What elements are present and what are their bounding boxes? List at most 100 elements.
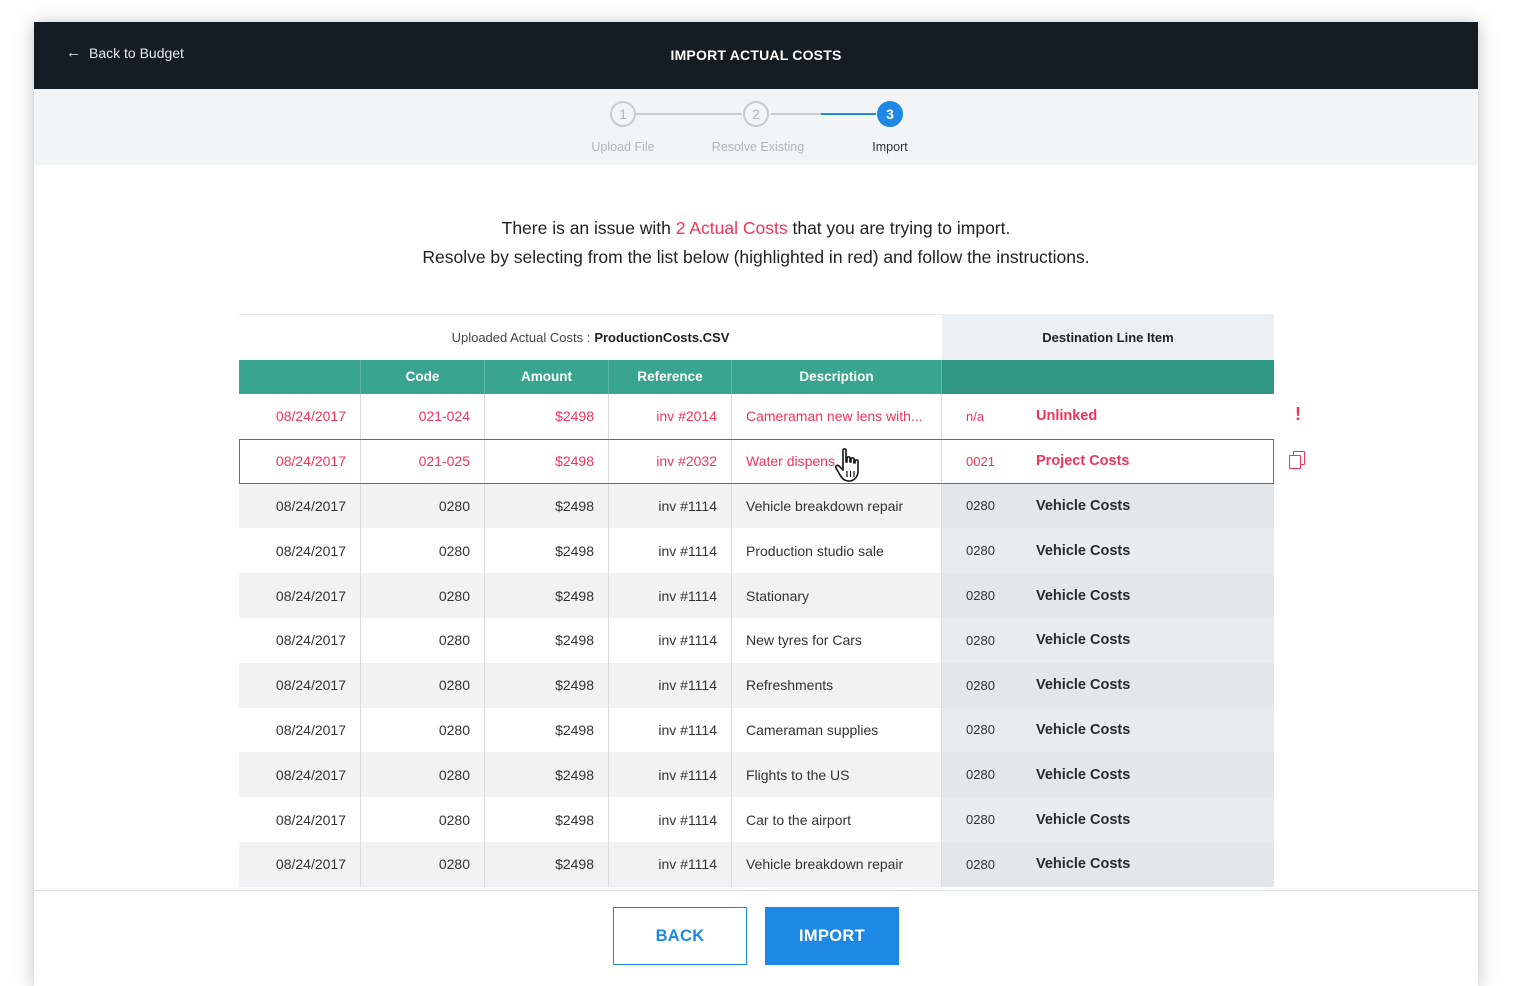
cell-destination-code: 0280 [942, 797, 1022, 842]
step-connector-1 [636, 113, 742, 115]
hand-cursor-icon [834, 448, 859, 482]
cell-code: 0280 [361, 841, 485, 887]
top-bar: ← Back to Budget IMPORT ACTUAL COSTS [34, 22, 1478, 89]
cell-date: 08/24/2017 [239, 617, 361, 663]
cell-destination-code: 0280 [942, 752, 1022, 798]
step-2-label: Resolve Existing [711, 140, 805, 154]
col-amount-header[interactable]: Amount [485, 360, 609, 394]
cell-amount: $2498 [485, 752, 609, 798]
cell-description: Flights to the US [732, 752, 942, 798]
cell-reference: inv #1114 [609, 573, 732, 618]
cell-destination-name: Vehicle Costs [1022, 528, 1274, 574]
cell-date: 08/24/2017 [239, 394, 361, 439]
message-text: that you are trying to import. [787, 218, 1011, 238]
cell-code: 0280 [361, 707, 485, 753]
cell-reference: inv #1114 [609, 662, 732, 708]
table-row[interactable]: 08/24/2017 0280 $2498 inv #1114 Stationary 02… [239, 573, 1274, 618]
table-row[interactable]: 08/24/2017 021-024 $2498 inv #2014 Cameraman… [239, 394, 1274, 439]
import-window: ← Back to Budget IMPORT ACTUAL COSTS 1 2… [34, 22, 1478, 986]
cell-description: Cameraman supplies [732, 707, 942, 753]
cell-description: Vehicle breakdown repair [732, 483, 942, 529]
cell-description: Stationary [732, 573, 942, 618]
step-3-label: Import [872, 140, 908, 154]
import-button[interactable]: IMPORT [765, 907, 899, 965]
col-code-header[interactable]: Code [361, 360, 485, 394]
cell-destination-code: 0280 [942, 483, 1022, 529]
cell-destination-name: Project Costs [1022, 438, 1274, 484]
issue-count-highlight[interactable]: 2 Actual Costs [676, 218, 788, 238]
uploaded-file-caption: Uploaded Actual Costs : ProductionCosts.… [239, 314, 942, 360]
table-row[interactable]: 08/24/2017 0280 $2498 inv #1114 New tyres fo… [239, 617, 1274, 663]
table-row[interactable]: 08/24/2017 021-025 $2498 inv #2032 Water dis… [239, 438, 1274, 484]
cell-code: 0280 [361, 752, 485, 798]
cell-amount: $2498 [485, 797, 609, 842]
cell-destination-name: Vehicle Costs [1022, 617, 1274, 663]
table-body: 08/24/2017 021-024 $2498 inv #2014 Cameraman… [239, 394, 1274, 887]
issue-message-line-1: There is an issue with 2 Actual Costs th… [34, 218, 1478, 239]
cell-code: 0280 [361, 573, 485, 618]
col-destination-header [942, 360, 1274, 394]
cell-code: 0280 [361, 797, 485, 842]
step-connector-2b [821, 113, 876, 115]
cell-date: 08/24/2017 [239, 841, 361, 887]
cell-date: 08/24/2017 [239, 438, 361, 484]
table-row[interactable]: 08/24/2017 0280 $2498 inv #1114 Car to the a… [239, 797, 1274, 842]
cell-code: 0280 [361, 483, 485, 529]
cell-destination-code: 0280 [942, 617, 1022, 663]
cell-amount: $2498 [485, 528, 609, 574]
step-1-label: Upload File [591, 140, 655, 154]
col-description-header[interactable]: Description [732, 360, 942, 394]
col-reference-header[interactable]: Reference [609, 360, 732, 394]
copy-icon[interactable] [1287, 450, 1307, 471]
cell-destination-name: Vehicle Costs [1022, 752, 1274, 798]
cell-description: Car to the airport [732, 797, 942, 842]
cell-description: Cameraman new lens with... [732, 394, 942, 439]
table-row[interactable]: 08/24/2017 0280 $2498 inv #1114 Vehicle brea… [239, 841, 1274, 887]
step-2-circle[interactable]: 2 [743, 101, 769, 127]
step-3-circle[interactable]: 3 [877, 101, 903, 127]
cell-reference: inv #2032 [609, 438, 732, 484]
cell-description: Refreshments [732, 662, 942, 708]
footer-bar: BACK IMPORT [34, 890, 1478, 986]
step-connector-2a [771, 113, 821, 115]
cell-destination-code: 0021 [942, 438, 1022, 484]
cell-amount: $2498 [485, 662, 609, 708]
cell-date: 08/24/2017 [239, 483, 361, 529]
cell-reference: inv #1114 [609, 528, 732, 574]
table-row[interactable]: 08/24/2017 0280 $2498 inv #1114 Production s… [239, 528, 1274, 574]
col-date-header [239, 360, 361, 394]
back-button[interactable]: BACK [613, 907, 747, 965]
step-1-circle[interactable]: 1 [610, 101, 636, 127]
table-row[interactable]: 08/24/2017 0280 $2498 inv #1114 Flights to t… [239, 752, 1274, 798]
issue-message-line-2: Resolve by selecting from the list below… [422, 247, 1090, 267]
cell-date: 08/24/2017 [239, 752, 361, 798]
cell-destination-name: Vehicle Costs [1022, 707, 1274, 753]
exclamation-icon[interactable]: ! [1288, 404, 1308, 425]
uploaded-caption-label: Uploaded Actual Costs : [451, 330, 591, 345]
cell-destination-name: Vehicle Costs [1022, 573, 1274, 618]
cell-amount: $2498 [485, 841, 609, 887]
cell-amount: $2498 [485, 707, 609, 753]
cell-description: New tyres for Cars [732, 617, 942, 663]
cell-amount: $2498 [485, 573, 609, 618]
cell-destination-name: Vehicle Costs [1022, 841, 1274, 887]
cell-date: 08/24/2017 [239, 707, 361, 753]
cell-amount: $2498 [485, 483, 609, 529]
table-row[interactable]: 08/24/2017 0280 $2498 inv #1114 Cameraman su… [239, 707, 1274, 753]
cell-reference: inv #1114 [609, 483, 732, 529]
table-row[interactable]: 08/24/2017 0280 $2498 inv #1114 Refreshments… [239, 662, 1274, 708]
cell-date: 08/24/2017 [239, 797, 361, 842]
cell-date: 08/24/2017 [239, 528, 361, 574]
cell-amount: $2498 [485, 617, 609, 663]
page-title: IMPORT ACTUAL COSTS [670, 47, 842, 63]
uploaded-file-name: ProductionCosts.CSV [594, 330, 730, 345]
table-row[interactable]: 08/24/2017 0280 $2498 inv #1114 Vehicle brea… [239, 483, 1274, 529]
cell-destination-name: Vehicle Costs [1022, 797, 1274, 842]
cell-description: Production studio sale [732, 528, 942, 574]
cell-destination-name: Unlinked [1022, 394, 1274, 439]
cell-reference: inv #2014 [609, 394, 732, 439]
cell-code: 0280 [361, 662, 485, 708]
table-header: Code Amount Reference Description [239, 360, 1274, 394]
destination-caption: Destination Line Item [942, 314, 1274, 360]
cell-destination-code: 0280 [942, 707, 1022, 753]
